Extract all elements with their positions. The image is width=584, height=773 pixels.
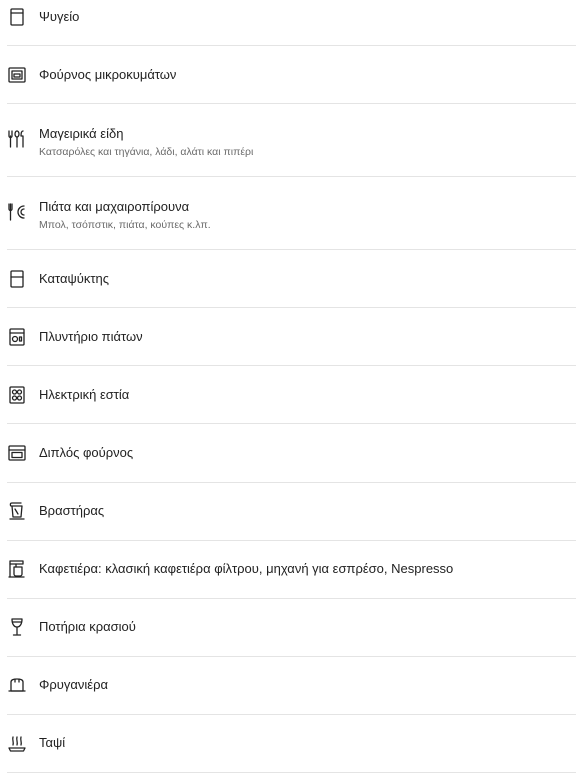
coffee-maker-icon — [7, 559, 27, 579]
baking-sheet-icon — [7, 733, 27, 753]
list-item-title: Ποτήρια κρασιού — [39, 619, 136, 635]
toaster-icon — [7, 675, 27, 695]
list-item: Βραστήρας — [7, 483, 576, 541]
list-item: Ηλεκτρική εστία — [7, 366, 576, 425]
list-item-title: Ηλεκτρική εστία — [39, 386, 130, 402]
list-item: Φρυγανιέρα — [7, 657, 576, 715]
dishwasher-icon — [7, 327, 27, 347]
electric-stove-icon — [7, 385, 27, 405]
list-item: Ψυγείο — [7, 0, 576, 47]
list-item-title: Ψυγείο — [39, 8, 80, 24]
list-item-title: Φρυγανιέρα — [39, 677, 108, 693]
wine-glass-icon — [7, 617, 27, 637]
list-item-subtitle: Κατσαρόλες και τηγάνια, λάδι, αλάτι και … — [39, 146, 254, 159]
list-item-title: Καταψύκτης — [39, 270, 110, 286]
list-item-title: Πλυντήριο πιάτων — [39, 328, 143, 344]
list-item: Ποτήρια κρασιού — [7, 599, 576, 657]
dishes-silverware-icon — [7, 202, 27, 222]
list-item-title: Βραστήρας — [39, 503, 105, 519]
freezer-icon — [7, 269, 27, 289]
cooking-basics-icon — [7, 129, 27, 149]
list-item: Καφετιέρα: κλασική καφετιέρα φίλτρου, μη… — [7, 541, 576, 599]
list-item-title: Φούρνος μικροκυμάτων — [39, 66, 177, 82]
amenities-list: Ψυγείο Φούρνος μικροκυμάτων Μαγειρικά εί… — [7, 0, 576, 773]
list-item-title: Πιάτα και μαχαιροπίρουνα — [39, 199, 190, 215]
list-item-title: Διπλός φούρνος — [39, 445, 134, 461]
list-item-title: Μαγειρικά είδη — [39, 126, 124, 142]
list-item: Μαγειρικά είδη Κατσαρόλες και τηγάνια, λ… — [7, 104, 576, 178]
list-item: Πιάτα και μαχαιροπίρουνα Μπολ, τσόπστικ,… — [7, 177, 576, 251]
double-oven-icon — [7, 443, 27, 463]
list-item: Ταψί — [7, 715, 576, 773]
list-item: Διπλός φούρνος — [7, 424, 576, 483]
list-item: Καταψύκτης — [7, 250, 576, 309]
microwave-icon — [7, 65, 27, 85]
list-item-title: Ταψί — [39, 735, 66, 751]
fridge-icon — [7, 7, 27, 27]
list-item: Πλυντήριο πιάτων — [7, 308, 576, 367]
list-item-title: Καφετιέρα: κλασική καφετιέρα φίλτρου, μη… — [39, 561, 454, 577]
kettle-icon — [7, 501, 27, 521]
list-item: Φούρνος μικροκυμάτων — [7, 46, 576, 105]
list-item-subtitle: Μπολ, τσόπστικ, πιάτα, κούπες κ.λπ. — [39, 219, 211, 232]
